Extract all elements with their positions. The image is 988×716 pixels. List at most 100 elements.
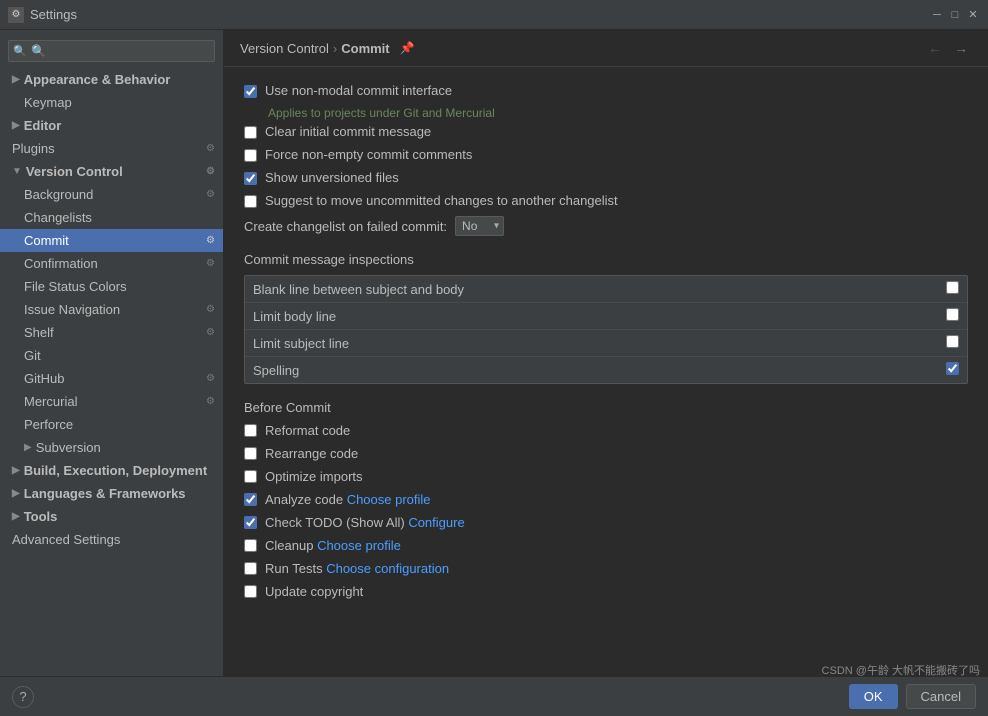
suggest-move-checkbox[interactable]	[244, 195, 257, 208]
sidebar-item-label: Plugins	[12, 141, 55, 156]
update-copyright-row: Update copyright	[244, 584, 968, 599]
reformat-code-checkbox[interactable]	[244, 424, 257, 437]
search-input[interactable]	[8, 40, 215, 62]
analyze-code-checkbox[interactable]	[244, 493, 257, 506]
inspection-check	[946, 308, 959, 324]
applies-note: Applies to projects under Git and Mercur…	[268, 106, 968, 120]
inspection-label: Blank line between subject and body	[253, 282, 946, 297]
sidebar-item-appearance[interactable]: ▶ Appearance & Behavior	[0, 68, 223, 91]
check-todo-checkbox[interactable]	[244, 516, 257, 529]
sidebar-item-commit[interactable]: Commit ⚙	[0, 229, 223, 252]
sidebar-item-mercurial[interactable]: Mercurial ⚙	[0, 390, 223, 413]
inspection-label: Limit body line	[253, 309, 946, 324]
sidebar-item-perforce[interactable]: Perforce	[0, 413, 223, 436]
sidebar-item-subversion[interactable]: ▶ Subversion	[0, 436, 223, 459]
inspection-checkbox-2[interactable]	[946, 335, 959, 348]
sidebar-item-changelists[interactable]: Changelists	[0, 206, 223, 229]
force-non-empty-label: Force non-empty commit comments	[265, 147, 472, 162]
maximize-button[interactable]: □	[948, 8, 962, 22]
bottom-bar-left: ?	[12, 686, 34, 708]
cleanup-profile-link[interactable]: Choose profile	[317, 538, 401, 553]
rearrange-code-checkbox[interactable]	[244, 447, 257, 460]
inspection-checkbox-0[interactable]	[946, 281, 959, 294]
sidebar-item-languages[interactable]: ▶ Languages & Frameworks	[0, 482, 223, 505]
close-button[interactable]: ✕	[966, 8, 980, 22]
sidebar-item-label: Perforce	[24, 417, 73, 432]
inspection-label: Spelling	[253, 363, 946, 378]
sidebar-item-build[interactable]: ▶ Build, Execution, Deployment	[0, 459, 223, 482]
sidebar-item-editor[interactable]: ▶ Editor	[0, 114, 223, 137]
sidebar-item-file-status-colors[interactable]: File Status Colors	[0, 275, 223, 298]
sidebar-item-label: Keymap	[24, 95, 72, 110]
expand-arrow-icon: ▶	[12, 120, 20, 131]
sidebar-item-advanced-settings[interactable]: Advanced Settings	[0, 528, 223, 551]
expand-arrow-icon: ▶	[12, 465, 20, 476]
cleanup-row: Cleanup Choose profile	[244, 538, 968, 553]
cancel-button[interactable]: Cancel	[906, 684, 976, 709]
sidebar-item-issue-navigation[interactable]: Issue Navigation ⚙	[0, 298, 223, 321]
sidebar-item-keymap[interactable]: Keymap	[0, 91, 223, 114]
choose-profile-link[interactable]: Choose profile	[347, 492, 431, 507]
minimize-button[interactable]: ─	[930, 8, 944, 22]
sidebar-item-github[interactable]: GitHub ⚙	[0, 367, 223, 390]
sidebar-item-label: Languages & Frameworks	[24, 486, 186, 501]
sidebar-item-label: Advanced Settings	[12, 532, 120, 547]
optimize-imports-label: Optimize imports	[265, 469, 363, 484]
sidebar-item-label: Appearance & Behavior	[24, 72, 171, 87]
check-todo-label: Check TODO (Show All) Configure	[265, 515, 465, 530]
title-bar: ⚙ Settings ─ □ ✕	[0, 0, 988, 30]
pin-icon[interactable]: 📌	[400, 41, 415, 55]
cleanup-checkbox[interactable]	[244, 539, 257, 552]
choose-config-link[interactable]: Choose configuration	[326, 561, 449, 576]
show-unversioned-checkbox[interactable]	[244, 172, 257, 185]
watermark: CSDN @午龄 大帆不能搬砖了吗	[822, 662, 980, 678]
main-layout: 🔍 ▶ Appearance & Behavior Keymap ▶ Edito…	[0, 30, 988, 676]
breadcrumb-separator: ›	[333, 41, 337, 56]
changelist-dropdown-wrap: No Yes Ask	[455, 216, 504, 236]
clear-initial-row: Clear initial commit message	[244, 124, 968, 139]
window-title: Settings	[30, 7, 930, 22]
ok-button[interactable]: OK	[849, 684, 898, 709]
inspection-checkbox-3[interactable]	[946, 362, 959, 375]
sidebar-item-tools[interactable]: ▶ Tools	[0, 505, 223, 528]
settings-icon: ⚙	[206, 396, 215, 407]
force-non-empty-checkbox[interactable]	[244, 149, 257, 162]
use-non-modal-checkbox[interactable]	[244, 85, 257, 98]
optimize-imports-checkbox[interactable]	[244, 470, 257, 483]
cleanup-label: Cleanup Choose profile	[265, 538, 401, 553]
sidebar-item-git[interactable]: Git	[0, 344, 223, 367]
search-icon: 🔍	[13, 45, 27, 58]
window-controls: ─ □ ✕	[930, 8, 980, 22]
expand-arrow-icon: ▶	[12, 74, 20, 85]
inspection-row: Spelling	[245, 357, 967, 383]
sidebar-item-label: Version Control	[26, 164, 123, 179]
sidebar-item-background[interactable]: Background ⚙	[0, 183, 223, 206]
sidebar-item-confirmation[interactable]: Confirmation ⚙	[0, 252, 223, 275]
sidebar-item-shelf[interactable]: Shelf ⚙	[0, 321, 223, 344]
run-tests-label: Run Tests Choose configuration	[265, 561, 449, 576]
sidebar-item-label: Git	[24, 348, 41, 363]
expand-arrow-icon: ▶	[24, 442, 32, 453]
settings-icon: ⚙	[206, 304, 215, 315]
configure-link[interactable]: Configure	[408, 515, 464, 530]
sidebar-item-version-control[interactable]: ▼ Version Control ⚙	[0, 160, 223, 183]
nav-forward-button[interactable]: →	[950, 38, 972, 58]
nav-back-button[interactable]: ←	[924, 38, 946, 58]
changelist-dropdown[interactable]: No Yes Ask	[455, 216, 504, 236]
suggest-move-row: Suggest to move uncommitted changes to a…	[244, 193, 968, 208]
inspections-table: Blank line between subject and body Limi…	[244, 275, 968, 384]
inspections-section-title: Commit message inspections	[244, 252, 968, 267]
settings-icon: ⚙	[206, 189, 215, 200]
sidebar-search-container: 🔍	[0, 34, 223, 68]
breadcrumb: Version Control › Commit 📌	[240, 41, 924, 56]
sidebar-item-plugins[interactable]: Plugins ⚙	[0, 137, 223, 160]
inspection-checkbox-1[interactable]	[946, 308, 959, 321]
update-copyright-label: Update copyright	[265, 584, 363, 599]
sidebar-item-label: Shelf	[24, 325, 54, 340]
update-copyright-checkbox[interactable]	[244, 585, 257, 598]
sidebar: 🔍 ▶ Appearance & Behavior Keymap ▶ Edito…	[0, 30, 224, 676]
clear-initial-checkbox[interactable]	[244, 126, 257, 139]
sidebar-item-label: Confirmation	[24, 256, 98, 271]
run-tests-checkbox[interactable]	[244, 562, 257, 575]
help-button[interactable]: ?	[12, 686, 34, 708]
